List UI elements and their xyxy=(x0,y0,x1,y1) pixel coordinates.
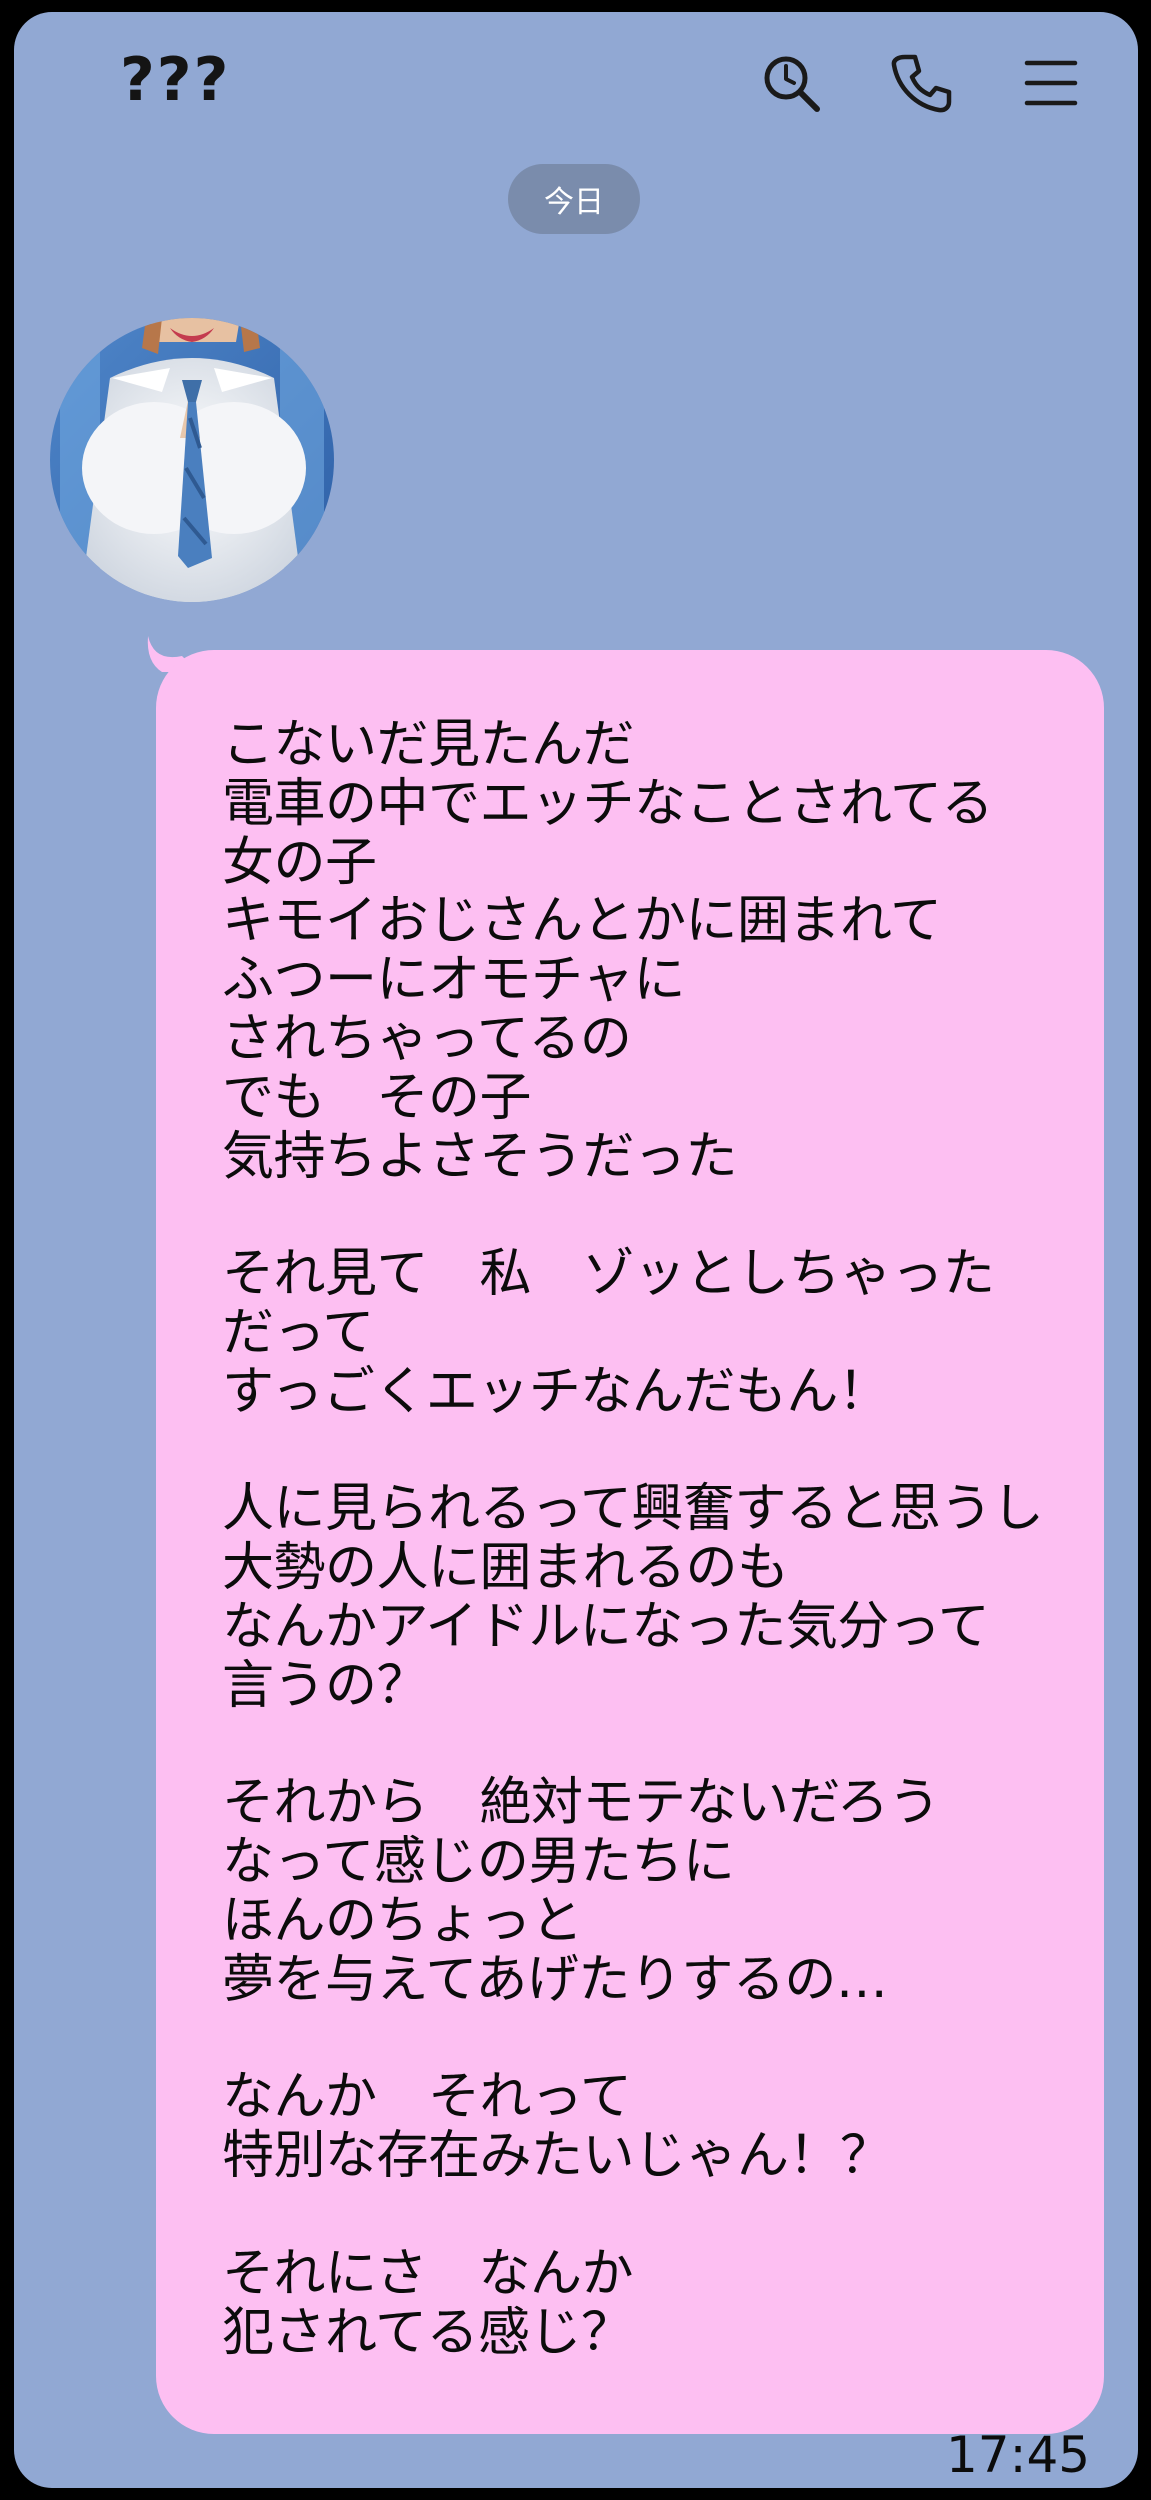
search-icon[interactable] xyxy=(756,48,826,118)
message-line: 夢を与えてあげたりするの… xyxy=(222,1949,888,2010)
message-line: キモイおじさんとかに囲まれて xyxy=(222,891,942,952)
message-line: それ見て 私 ゾッとしちゃった xyxy=(222,1244,995,1305)
message-line: 犯されてる感じ？ xyxy=(222,2302,633,2363)
message-line xyxy=(222,1716,1074,1775)
message-line: すっごくエッチなんだもん！ xyxy=(222,1361,890,1422)
phone-icon[interactable] xyxy=(886,48,956,118)
message-line: ほんのちょっと xyxy=(222,1890,583,1951)
chat-header: ??? xyxy=(14,12,1138,162)
chat-screen: ??? 今日 こないだ見たんだ 電車の中でエッチなことされてる 女の子 キモイお… xyxy=(14,12,1138,2488)
message-line: 大勢の人に囲まれるのも xyxy=(222,1538,789,1599)
message-line: 気持ちよさそうだった xyxy=(222,1126,738,1187)
date-divider: 今日 xyxy=(508,164,640,234)
message-bubble[interactable]: こないだ見たんだ 電車の中でエッチなことされてる 女の子 キモイおじさんとかに囲… xyxy=(156,650,1104,2434)
message-line: なって感じの男たちに xyxy=(222,1832,735,1893)
message-line: 女の子 xyxy=(222,832,377,893)
message-line: なんかアイドルになった気分って xyxy=(222,1596,990,1657)
message-line xyxy=(222,1186,1074,1245)
message-line: ふつーにオモチャに xyxy=(222,950,685,1011)
menu-icon[interactable] xyxy=(1016,48,1086,118)
message-line: 言うの？ xyxy=(222,1655,429,1716)
message-line: 人に見られるって興奮すると思うし xyxy=(222,1479,1044,1540)
message-line xyxy=(222,1422,1074,1481)
message-line: なんか それって xyxy=(222,2067,632,2128)
message-line: されちゃってるの xyxy=(222,1008,632,1069)
message-line xyxy=(222,2010,1074,2069)
message-line: 特別な存在みたいじゃん！？ xyxy=(222,2126,892,2187)
message-line: だって xyxy=(222,1302,374,1363)
avatar[interactable] xyxy=(50,318,334,602)
message-line xyxy=(222,2186,1074,2245)
message-timestamp: 17:45 xyxy=(946,2426,1091,2484)
message-line: それから 絶対モテないだろう xyxy=(222,1773,940,1834)
message-line: こないだ見たんだ xyxy=(222,715,635,775)
chat-title: ??? xyxy=(120,45,231,115)
message-line: それにさ なんか xyxy=(222,2243,633,2304)
message-line: 電車の中でエッチなことされてる xyxy=(222,773,993,834)
message-line: でも その子 xyxy=(222,1067,532,1128)
